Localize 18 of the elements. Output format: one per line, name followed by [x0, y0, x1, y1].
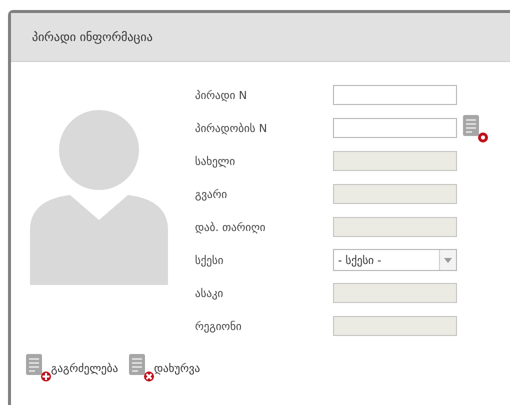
input-field[interactable]: [333, 85, 457, 105]
panel-title: პირადი ინფორმაცია: [32, 30, 153, 44]
close-button[interactable]: დახურვა: [128, 353, 200, 382]
document-add-icon[interactable]: [25, 353, 51, 382]
caret-icon: [444, 258, 452, 262]
field-label: ასაკი: [195, 286, 224, 300]
document-search-icon[interactable]: [462, 114, 488, 142]
field-label: რეგიონი: [195, 320, 243, 332]
field-label: გვარი: [195, 188, 228, 200]
dropdown[interactable]: - სქესი -: [333, 249, 457, 271]
field-label: დაბ. თარიღი: [195, 220, 266, 234]
field-label: პირადობის N: [195, 122, 268, 134]
field-label: სქესი: [195, 254, 224, 266]
field-label: სახელი: [195, 154, 236, 168]
continue-button[interactable]: გაგრძელება: [25, 353, 118, 382]
document-remove-icon[interactable]: [128, 353, 154, 382]
field-label: პირადი N: [195, 88, 248, 102]
input-field[interactable]: [333, 118, 457, 138]
